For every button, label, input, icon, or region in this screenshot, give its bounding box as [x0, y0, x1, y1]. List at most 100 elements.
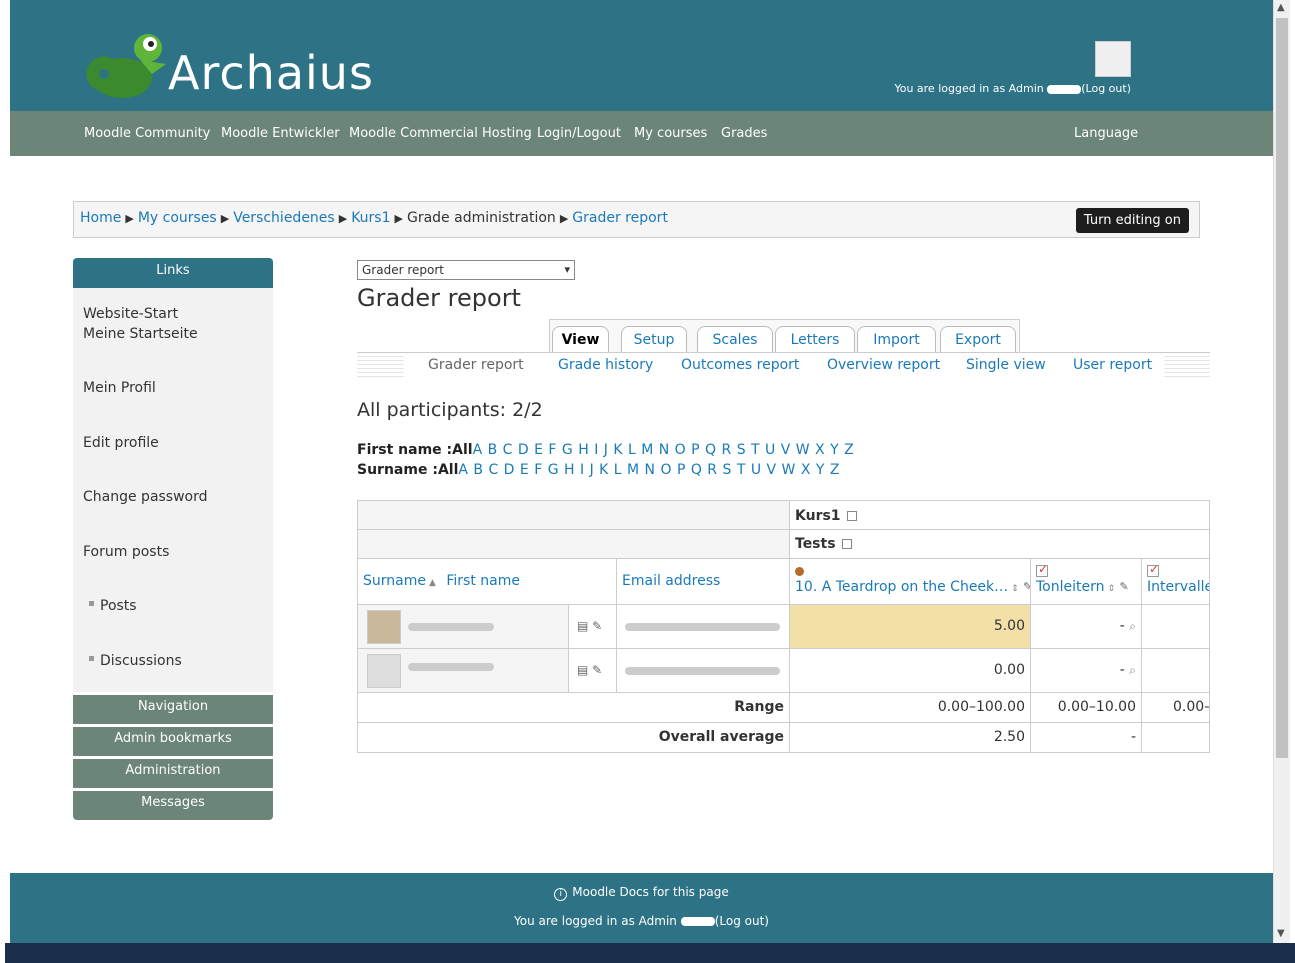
tab-letters[interactable]: Letters [775, 326, 855, 354]
crumb-grader-report[interactable]: Grader report [572, 210, 668, 226]
subtab-user-report[interactable]: User report [1069, 357, 1157, 373]
item-link-intervalle[interactable]: Intervalle [1147, 579, 1209, 595]
tab-import[interactable]: Import [857, 326, 936, 354]
range-cell: 0.00– [1142, 693, 1209, 723]
moodle-docs-link[interactable]: Moodle Docs for this page [572, 885, 728, 899]
subtab-single-view[interactable]: Single view [962, 357, 1050, 373]
grade-cell[interactable]: 5.00 [790, 605, 1031, 649]
crumb-kurs1[interactable]: Kurs1 [351, 210, 390, 226]
surname-filter-label: Surname : [357, 462, 438, 478]
block-admin-bookmarks[interactable]: Admin bookmarks [73, 726, 273, 756]
crumb-my-courses[interactable]: My courses [138, 210, 217, 226]
main-navbar: Moodle Community Moodle Entwickler Moodl… [10, 111, 1273, 156]
grade-cell[interactable] [1142, 605, 1209, 649]
tab-setup[interactable]: Setup [621, 326, 687, 354]
sort-firstname[interactable]: First name [446, 573, 520, 589]
tab-scales[interactable]: Scales [697, 326, 773, 354]
nav-grades[interactable]: Grades [721, 126, 767, 141]
search-icon[interactable]: ⌕ [1129, 663, 1136, 677]
item-link-teardrop[interactable]: 10. A Teardrop on the Cheek… [795, 579, 1008, 595]
redacted-name [680, 917, 715, 926]
crumb-separator: ▶ [125, 212, 134, 225]
student-avatar[interactable] [367, 610, 401, 644]
scroll-up-icon[interactable]: ▲ [1277, 2, 1285, 13]
email-cell [617, 605, 790, 649]
crumb-verschiedenes[interactable]: Verschiedenes [233, 210, 335, 226]
footer-logout-link[interactable]: (Log out) [715, 914, 769, 928]
header-blank [358, 530, 790, 559]
sort-icon[interactable]: ⇕ [1011, 584, 1019, 594]
sort-email[interactable]: Email address [622, 573, 720, 589]
crumb-separator: ▶ [338, 212, 348, 225]
tab-export[interactable]: Export [940, 326, 1016, 354]
logo-text: Archaius [168, 46, 374, 100]
grade-report-icon[interactable]: ▤ [577, 663, 588, 677]
link-mein-profil[interactable]: Mein Profil [83, 380, 156, 396]
surname-all[interactable]: All [438, 462, 458, 478]
assignment-icon [1036, 562, 1048, 577]
edit-pencil-icon[interactable]: ✎ [592, 663, 602, 677]
scroll-down-icon[interactable]: ▼ [1277, 928, 1285, 939]
left-sidebar: Links Website-Start Meine Startseite Mei… [73, 258, 273, 820]
range-cell: 0.00–10.00 [1031, 693, 1142, 723]
link-edit-profile[interactable]: Edit profile [83, 435, 159, 451]
nav-moodle-commercial-hosting[interactable]: Moodle Commercial Hosting [349, 126, 532, 141]
page-title: Grader report [357, 284, 521, 312]
edit-pencil-icon[interactable]: ✎ [1120, 581, 1132, 593]
firstname-all[interactable]: All [452, 442, 472, 458]
nav-my-courses[interactable]: My courses [634, 126, 707, 141]
edit-pencil-icon[interactable]: ✎ [592, 619, 602, 633]
link-discussions[interactable]: Discussions [89, 653, 182, 669]
item-link-tonleitern[interactable]: Tonleitern [1036, 579, 1105, 595]
turn-editing-on-button[interactable]: Turn editing on [1075, 208, 1189, 233]
site-header: Archaius You are logged in as Admin (Log… [10, 0, 1273, 111]
sort-icon[interactable]: ⇕ [1108, 584, 1116, 594]
links-block-title[interactable]: Links [73, 258, 273, 288]
nav-moodle-community[interactable]: Moodle Community [84, 126, 210, 141]
nav-moodle-entwickler[interactable]: Moodle Entwickler [221, 126, 340, 141]
site-logo[interactable]: Archaius [82, 30, 402, 105]
crumb-home[interactable]: Home [80, 210, 121, 226]
link-change-password[interactable]: Change password [83, 489, 208, 505]
breadcrumb: Home ▶ My courses ▶ Verschiedenes ▶ Kurs1 ▶ Grad… [73, 201, 1200, 238]
link-posts[interactable]: Posts [89, 598, 137, 614]
grade-cell[interactable]: - ⌕ [1031, 649, 1142, 693]
link-forum-posts[interactable]: Forum posts [83, 544, 169, 560]
collapse-icon[interactable] [846, 511, 857, 521]
browser-viewport: Archaius You are logged in as Admin (Log… [0, 0, 1295, 963]
tab-view[interactable]: View [552, 326, 609, 354]
chameleon-icon [86, 34, 166, 98]
scrollbar-thumb[interactable] [1276, 18, 1288, 758]
block-messages[interactable]: Messages [73, 790, 273, 820]
subtab-grade-history[interactable]: Grade history [554, 357, 658, 373]
surname-letters[interactable]: A B C D E F G H I J K L M N O P Q R S T … [458, 462, 840, 478]
average-cell: - [1031, 723, 1142, 752]
user-avatar[interactable] [1095, 41, 1131, 77]
report-select[interactable]: Grader report [357, 260, 575, 280]
grade-cell[interactable]: - ⌕ [1031, 605, 1142, 649]
grade-cell[interactable] [1142, 649, 1209, 693]
collapse-icon[interactable] [841, 539, 852, 549]
subtab-outcomes-report[interactable]: Outcomes report [677, 357, 804, 373]
student-avatar[interactable] [367, 654, 401, 688]
block-administration[interactable]: Administration [73, 758, 273, 788]
grade-value: - [1119, 618, 1125, 634]
search-icon[interactable]: ⌕ [1129, 619, 1136, 633]
block-navigation[interactable]: Navigation [73, 694, 273, 724]
nav-language[interactable]: Language [1074, 126, 1138, 141]
subtab-overview-report[interactable]: Overview report [823, 357, 945, 373]
redacted-student-name[interactable] [408, 623, 494, 631]
grade-report-icon[interactable]: ▤ [577, 619, 588, 633]
firstname-letters[interactable]: A B C D E F G H I J K L M N O P Q R S T … [473, 442, 855, 458]
logout-link[interactable]: (Log out) [1081, 82, 1131, 95]
grade-cell[interactable]: 0.00 [790, 649, 1031, 693]
redacted-student-name[interactable] [408, 663, 494, 671]
student-name-cell [358, 605, 569, 649]
edit-pencil-icon[interactable]: ✎ [1023, 581, 1030, 593]
link-website-start[interactable]: Website-Start [83, 306, 178, 322]
link-meine-startseite[interactable]: Meine Startseite [83, 326, 198, 342]
crumb-grade-administration: Grade administration [406, 210, 556, 226]
nav-login-logout[interactable]: Login/Logout [537, 126, 621, 141]
sort-surname[interactable]: Surname [363, 573, 426, 589]
vertical-scrollbar[interactable]: ▲ ▼ [1273, 0, 1290, 943]
